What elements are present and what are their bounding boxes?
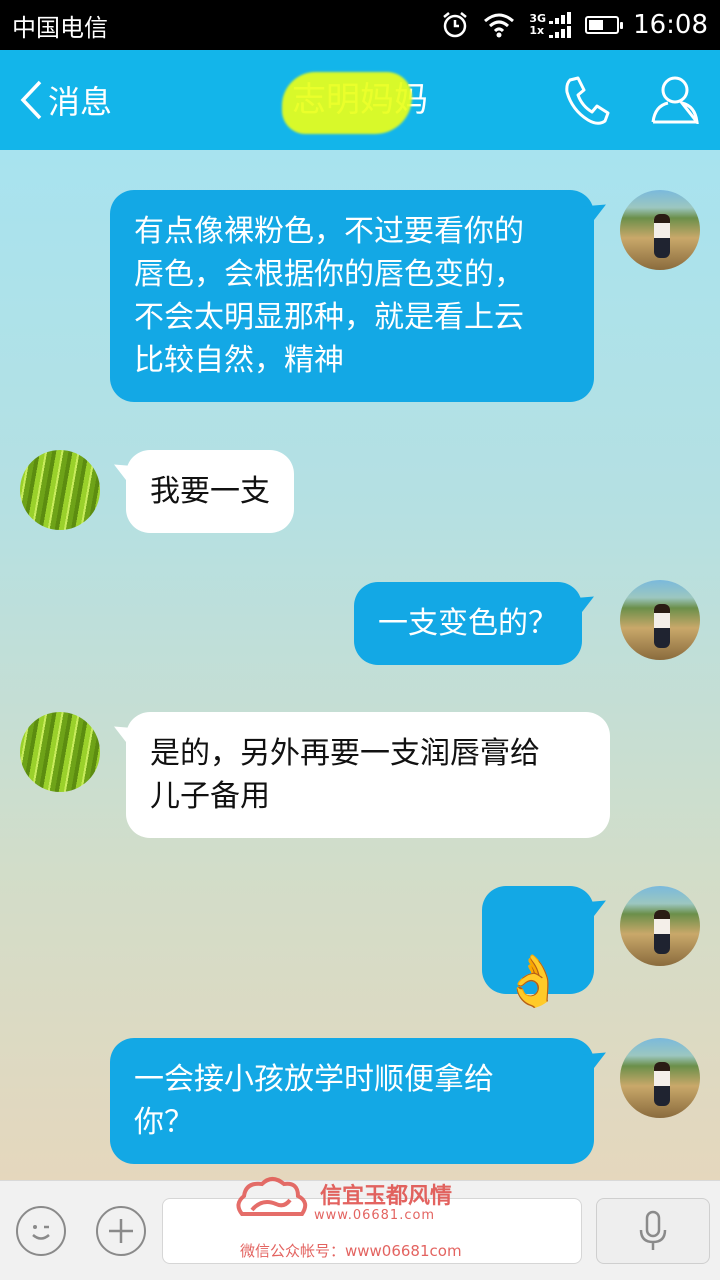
emoji-button[interactable] <box>16 1206 66 1256</box>
self-avatar[interactable] <box>620 886 700 966</box>
phone-icon <box>565 76 610 125</box>
smiley-icon <box>32 1225 50 1240</box>
message-bubble-outgoing[interactable]: 有点像裸粉色，不过要看你的 唇色，会根据你的唇色变的， 不会太明显那种，就是看上… <box>110 190 594 402</box>
back-button[interactable]: 消息 <box>18 76 112 124</box>
alarm-icon <box>443 12 468 38</box>
input-bar <box>0 1180 720 1280</box>
wifi-icon <box>484 13 515 38</box>
more-button[interactable] <box>96 1206 146 1256</box>
self-avatar[interactable] <box>620 190 700 270</box>
self-avatar[interactable] <box>620 1038 700 1118</box>
chevron-left-icon <box>20 80 42 120</box>
message-bubble-incoming[interactable]: 是的，另外再要一支润唇膏给 儿子备用 <box>126 712 610 838</box>
person-icon <box>651 76 700 128</box>
profile-button[interactable] <box>650 74 700 128</box>
message-bubble-outgoing[interactable]: 👌 <box>482 886 594 1010</box>
message-bubble-outgoing[interactable]: 一支变色的？ <box>354 582 582 665</box>
network-type-bottom: 1x <box>529 24 545 37</box>
carrier-label: 中国电信 <box>12 13 108 42</box>
call-button[interactable] <box>562 74 610 130</box>
message-bubble-outgoing[interactable]: 一会接小孩放学时顺便拿给 你？ <box>110 1038 594 1164</box>
back-label: 消息 <box>48 83 113 121</box>
voice-button[interactable] <box>596 1198 710 1264</box>
message-list[interactable]: 有点像裸粉色，不过要看你的 唇色，会根据你的唇色变的， 不会太明显那种，就是看上… <box>0 150 720 1180</box>
redaction-mark <box>282 72 412 134</box>
status-bar: 中国电信 3G 1x 16:08 <box>0 0 720 50</box>
microphone-icon <box>639 1210 667 1250</box>
signal-icon: 3G 1x <box>529 12 572 38</box>
message-input[interactable] <box>162 1198 582 1264</box>
contact-avatar[interactable] <box>20 450 100 530</box>
contact-avatar[interactable] <box>20 712 100 792</box>
ok-hand-emoji: 👌 <box>502 952 565 1010</box>
self-avatar[interactable] <box>620 580 700 660</box>
plus-icon <box>109 1219 133 1243</box>
status-icons: 3G 1x 16:08 <box>441 10 708 40</box>
clock: 16:08 <box>633 10 708 40</box>
battery-icon <box>585 16 624 34</box>
message-bubble-incoming[interactable]: 我要一支 <box>126 450 294 533</box>
